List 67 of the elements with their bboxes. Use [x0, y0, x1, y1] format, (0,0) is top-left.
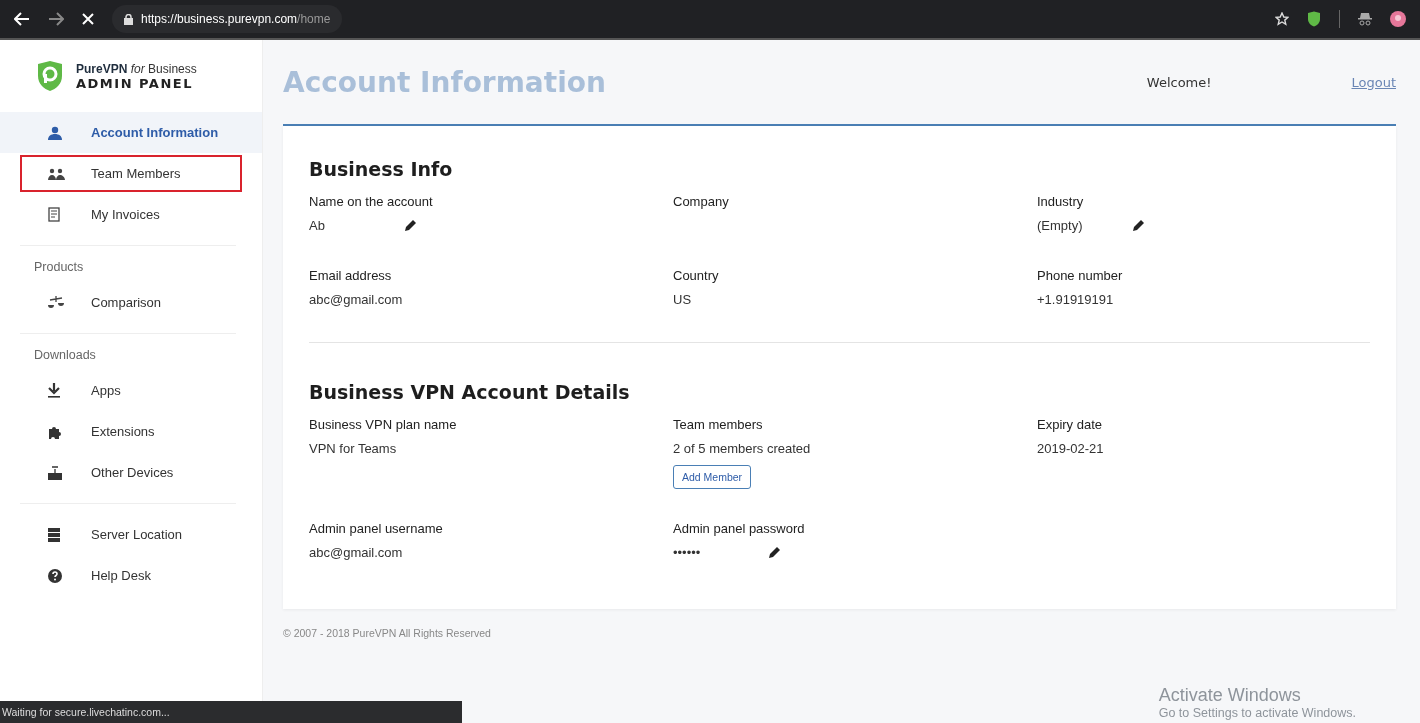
field-label: Expiry date [1037, 417, 1104, 432]
field-value: US [673, 292, 693, 307]
field-label: Business VPN plan name [309, 417, 458, 432]
sidebar-item[interactable]: Other Devices [0, 452, 262, 493]
copyright-text: © 2007 - 2018 PureVPN All Rights Reserved [283, 627, 492, 639]
page-title: Account Information [283, 65, 607, 99]
welcome-text: Welcome! [1146, 74, 1212, 90]
sidebar-item[interactable]: Team Members [0, 153, 262, 194]
address-bar[interactable]: https://business.purevpn.com/home [112, 5, 343, 33]
field-value: abc@gmail.com [309, 292, 404, 307]
server-icon [48, 527, 60, 542]
field-value: Ab [309, 218, 326, 233]
sidebar-heading: Downloads [33, 347, 97, 364]
brand-name: PureVPN for Business [76, 61, 197, 76]
sidebar-item[interactable]: Help Desk [0, 555, 262, 596]
back-icon[interactable] [14, 12, 30, 26]
field-value: •••••• [673, 545, 702, 560]
field-label: Name on the account [309, 194, 434, 209]
incognito-icon[interactable] [1358, 12, 1372, 26]
sidebar-heading: Products [33, 259, 85, 276]
field-label: Country [673, 268, 720, 283]
field-label: Admin panel password [673, 521, 806, 536]
sidebar-item[interactable]: Comparison [0, 282, 262, 323]
status-text: Waiting for secure.livechatinc.com... [2, 706, 170, 718]
sidebar-item[interactable]: Account Information [0, 112, 262, 153]
field-label: Company [673, 194, 730, 209]
add-member-button[interactable]: Add Member [673, 465, 752, 489]
invoice-icon [48, 207, 60, 222]
field-label: Phone number [1037, 268, 1124, 283]
field-value: abc@gmail.com [309, 545, 404, 560]
star-icon[interactable] [1275, 12, 1289, 26]
sidebar-item[interactable]: Extensions [0, 411, 262, 452]
pencil-icon[interactable] [768, 546, 781, 559]
download-icon [48, 383, 60, 398]
person-icon [48, 125, 62, 140]
lock-icon [124, 13, 133, 25]
field-value: +1.91919191 [1037, 292, 1115, 307]
section-title: Business Info [309, 158, 454, 180]
puzzle-icon [48, 424, 62, 439]
shield-logo-icon [36, 60, 64, 92]
profile-avatar-icon[interactable] [1390, 11, 1406, 27]
help-icon [48, 568, 62, 583]
pencil-icon[interactable] [404, 219, 417, 232]
close-icon[interactable] [82, 13, 94, 25]
logout-link[interactable]: Logout [1351, 74, 1396, 90]
activation-watermark-text: Go to Settings to activate Windows. [1158, 706, 1356, 720]
field-value: (Empty) [1037, 218, 1084, 233]
activation-watermark-title: Activate Windows [1158, 685, 1302, 706]
shield-extension-icon[interactable] [1307, 11, 1321, 27]
field-label: Industry [1037, 194, 1085, 209]
section-title: Business VPN Account Details [309, 381, 631, 403]
field-label: Admin panel username [309, 521, 444, 536]
pencil-icon[interactable] [1132, 219, 1145, 232]
sidebar-item[interactable]: My Invoices [0, 194, 262, 235]
field-value: 2019-02-21 [1037, 441, 1105, 456]
url-text: https://business.purevpn.com/home [141, 12, 331, 26]
field-label: Email address [309, 268, 393, 283]
brand-subtitle: ADMIN PANEL [76, 75, 194, 91]
router-icon [48, 465, 62, 480]
forward-icon[interactable] [48, 12, 64, 26]
sidebar-item[interactable]: Server Location [0, 514, 262, 555]
field-label: Team members [673, 417, 764, 432]
field-value: VPN for Teams [309, 441, 398, 456]
people-icon [48, 167, 65, 180]
field-value: 2 of 5 members created [673, 441, 811, 456]
scales-icon [48, 296, 64, 309]
sidebar-item[interactable]: Apps [0, 370, 262, 411]
